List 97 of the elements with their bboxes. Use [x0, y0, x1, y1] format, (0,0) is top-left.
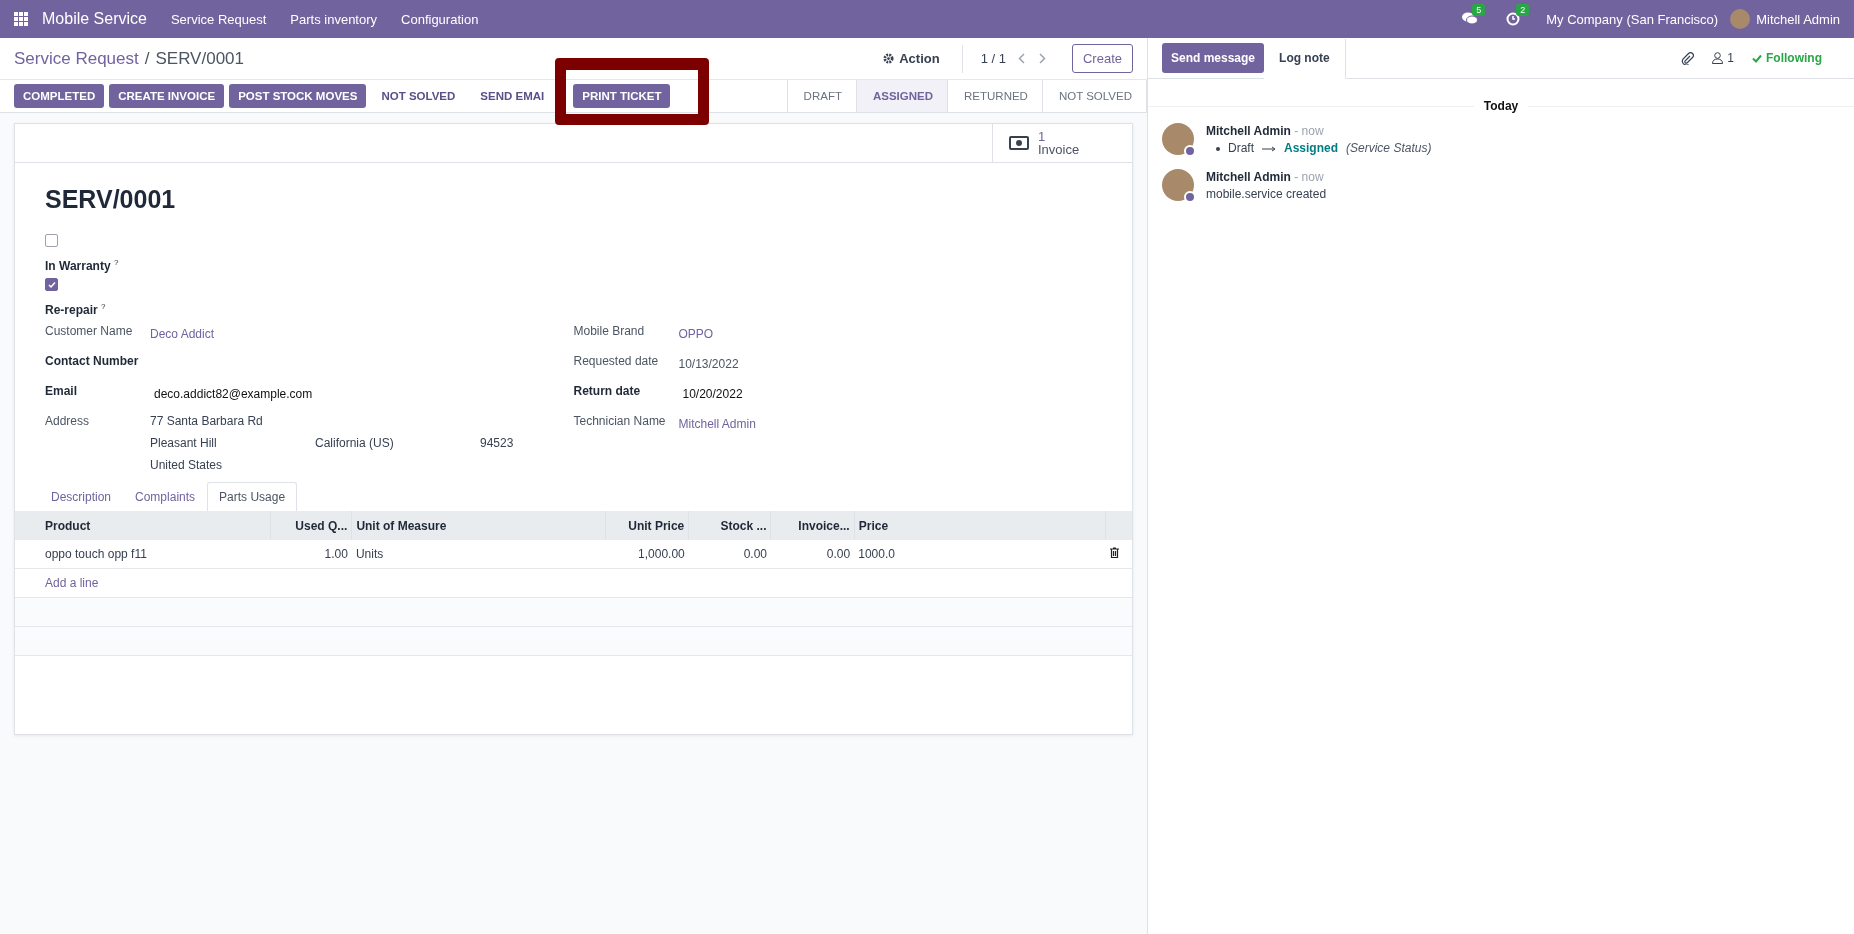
paperclip-icon[interactable]: [1681, 51, 1695, 65]
breadcrumb-link[interactable]: Service Request: [14, 48, 139, 69]
pager-value[interactable]: 1 / 1: [980, 51, 1006, 66]
trash-icon[interactable]: [1109, 547, 1119, 558]
presence-dot: [1184, 191, 1196, 203]
follower-count[interactable]: 1: [1727, 51, 1734, 65]
checkbox-label: Re-repair $^{?}$: [45, 301, 106, 319]
notebook-tab[interactable]: Complaints: [123, 482, 208, 511]
apps-menu-icon[interactable]: [14, 12, 28, 26]
country-field[interactable]: United States: [150, 458, 514, 472]
notebook-tab[interactable]: Description: [39, 482, 124, 511]
message-time: - now: [1294, 124, 1324, 138]
banknote-icon: [1009, 136, 1029, 150]
column-header[interactable]: Price: [854, 511, 1106, 540]
user-menu[interactable]: Mitchell Admin: [1756, 11, 1840, 27]
user-avatar: [1730, 9, 1751, 29]
table-cell: 1000.0: [854, 540, 1106, 569]
message-time: - now: [1294, 170, 1324, 184]
workflow-button[interactable]: PRINT TICKET: [573, 84, 671, 108]
status-step[interactable]: ASSIGNED: [856, 80, 949, 112]
table-cell: 0.00: [771, 540, 855, 569]
tracked-field-name: (Service Status): [1346, 140, 1432, 157]
field-label: Requested date: [573, 354, 660, 368]
field-label: Customer Name: [45, 324, 134, 338]
checkmark-icon: [47, 280, 56, 289]
message-author[interactable]: Mitchell Admin: [1206, 170, 1291, 184]
city-field[interactable]: Pleasant Hill: [150, 436, 315, 450]
workflow-button[interactable]: CREATE INVOICE: [109, 84, 225, 108]
chevron-right-icon: [1038, 53, 1046, 64]
field-label: Return date: [573, 384, 642, 398]
company-switcher[interactable]: My Company (San Francisco): [1534, 11, 1731, 27]
field-value[interactable]: 10/13/2022: [678, 354, 739, 371]
field-value[interactable]: deco.addict82@example.com: [150, 384, 313, 401]
field-label: Email: [45, 384, 78, 398]
checkbox[interactable]: [45, 278, 58, 291]
field-label: Contact Number: [45, 354, 140, 368]
field-label: Mobile Brand: [573, 324, 646, 338]
column-header[interactable]: Product: [15, 511, 271, 540]
send-message-button[interactable]: Send message: [1162, 43, 1265, 73]
column-header[interactable]: Unit of Measure: [351, 511, 606, 540]
breadcrumb-separator: /: [144, 48, 150, 69]
date-separator: Today: [1483, 99, 1519, 113]
record-title: SERV/0001: [45, 185, 177, 214]
status-step[interactable]: RETURNED: [948, 80, 1043, 112]
workflow-button[interactable]: POST STOCK MOVES: [229, 84, 367, 108]
column-header[interactable]: Used Q...: [270, 511, 352, 540]
presence-dot: [1184, 145, 1196, 157]
clock-icon[interactable]: [1506, 12, 1521, 26]
table-cell: oppo touch opp f11: [15, 540, 271, 569]
app-name[interactable]: Mobile Service: [28, 10, 159, 28]
author-avatar: [1162, 123, 1194, 155]
zip-field[interactable]: 94523: [480, 436, 514, 450]
menu-item[interactable]: Parts inventory: [278, 11, 390, 27]
new-value: Assigned: [1284, 140, 1339, 157]
person-icon: [1712, 52, 1724, 64]
status-step[interactable]: DRAFT: [787, 80, 857, 112]
log-note-button[interactable]: Log note: [1264, 38, 1346, 79]
table-cell: 1.00: [270, 540, 352, 569]
field-value[interactable]: Mitchell Admin: [678, 414, 756, 431]
column-header[interactable]: Invoice...: [771, 511, 855, 540]
author-avatar: [1162, 169, 1194, 201]
column-header[interactable]: Unit Price: [605, 511, 689, 540]
notebook-tab[interactable]: Parts Usage: [207, 482, 298, 511]
workflow-button[interactable]: NOT SOLVED: [371, 84, 466, 108]
table-cell: Units: [351, 540, 606, 569]
field-label: Technician Name: [573, 414, 667, 428]
create-button[interactable]: Create: [1071, 44, 1133, 73]
message-body: mobile.service created: [1206, 186, 1327, 203]
workflow-button[interactable]: SEND EMAI: [470, 84, 555, 108]
checkbox-label: In Warranty $^{?}$: [45, 257, 119, 275]
status-step[interactable]: NOT SOLVED: [1042, 80, 1147, 112]
field-label: Address: [45, 414, 91, 428]
action-menu-button[interactable]: Action: [883, 44, 963, 73]
check-icon: [1752, 53, 1762, 63]
gear-icon: [883, 53, 895, 64]
record-name: SERV/0001: [155, 48, 244, 69]
field-value[interactable]: 10/20/2022: [678, 384, 743, 401]
column-header[interactable]: Stock ...: [688, 511, 771, 540]
field-value[interactable]: OPPO: [678, 324, 714, 341]
old-value: Draft: [1228, 140, 1254, 157]
field-value[interactable]: Deco Addict: [150, 324, 215, 341]
arrow-icon: [1262, 145, 1276, 152]
invoice-smart-button[interactable]: 1 Invoice: [992, 124, 1132, 162]
menu-item[interactable]: Service Request: [158, 11, 279, 27]
menu-item[interactable]: Configuration: [389, 11, 491, 27]
bullet-icon: [1216, 146, 1220, 151]
message-count-badge: 5: [1472, 4, 1486, 16]
table-cell: 1,000.00: [605, 540, 689, 569]
table-cell: 0.00: [688, 540, 771, 569]
state-field[interactable]: California (US): [315, 436, 480, 450]
activity-count-badge: 2: [1516, 4, 1530, 16]
chevron-left-icon: [1017, 53, 1025, 64]
street-field[interactable]: 77 Santa Barbara Rd: [150, 414, 514, 428]
checkbox[interactable]: [45, 234, 58, 247]
workflow-button[interactable]: COMPLETED: [14, 84, 105, 108]
message-author[interactable]: Mitchell Admin: [1206, 124, 1291, 138]
add-line-link[interactable]: Add a line: [15, 568, 1132, 598]
